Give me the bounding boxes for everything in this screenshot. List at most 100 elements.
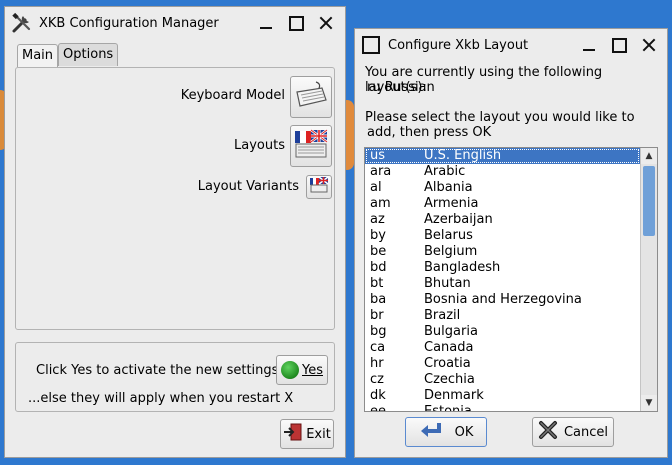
- layout-name: Czechia: [424, 372, 475, 387]
- layout-variants-button[interactable]: [306, 175, 332, 199]
- cancel-button-label: Cancel: [563, 424, 609, 440]
- ok-button[interactable]: OK: [405, 417, 487, 447]
- flags-small-icon: [309, 176, 329, 198]
- main-tab-panel: Keyboard Model Layouts Layout Variants: [15, 67, 335, 330]
- keyboard-model-button[interactable]: [290, 76, 332, 118]
- layout-name: Armenia: [424, 196, 479, 211]
- layout-name: Bangladesh: [424, 260, 501, 275]
- layout-list-item[interactable]: am Armenia: [365, 196, 640, 212]
- layout-code: ba: [370, 292, 387, 307]
- layout-name: Canada: [424, 340, 474, 355]
- keyboard-model-label: Keyboard Model: [180, 88, 285, 103]
- layout-list-item[interactable]: az Azerbaijan: [365, 212, 640, 228]
- layout-variants-label: Layout Variants: [197, 179, 299, 194]
- tab-bar: Main Options: [17, 43, 119, 67]
- layout-code: ara: [370, 164, 392, 179]
- titlebar: XKB Configuration Manager: [5, 7, 345, 39]
- scroll-down-arrow-icon[interactable]: ▼: [641, 395, 657, 411]
- exit-button-label: Exit: [306, 426, 331, 442]
- exit-button[interactable]: Exit: [280, 419, 334, 449]
- layout-list-item[interactable]: al Albania: [365, 180, 640, 196]
- layout-list-item[interactable]: cz Czechia: [365, 372, 640, 388]
- layout-name: Arabic: [424, 164, 466, 179]
- layout-name: Denmark: [424, 388, 484, 403]
- xkb-manager-window: XKB Configuration Manager Main Options K…: [4, 6, 346, 458]
- layout-name: Bhutan: [424, 276, 471, 291]
- layout-list-item[interactable]: us U.S. English: [365, 148, 640, 164]
- layout-list-item[interactable]: ee Estonia: [365, 404, 640, 411]
- window-title: Configure Xkb Layout: [388, 37, 529, 53]
- layouts-button[interactable]: [290, 125, 332, 167]
- layout-code: am: [370, 196, 391, 211]
- layout-code: az: [370, 212, 385, 227]
- layout-list-item[interactable]: be Belgium: [365, 244, 640, 260]
- cancel-button[interactable]: Cancel: [532, 417, 614, 447]
- layout-list-item[interactable]: ca Canada: [365, 340, 640, 356]
- green-dot-icon: [281, 361, 299, 379]
- minimize-button[interactable]: [258, 15, 274, 31]
- layout-code: be: [370, 244, 387, 259]
- scroll-thumb[interactable]: [643, 166, 655, 236]
- close-button[interactable]: [641, 37, 657, 53]
- layout-list-item[interactable]: hr Croatia: [365, 356, 640, 372]
- yes-button-label: Yes: [302, 362, 323, 378]
- restart-text: ...else they will apply when you restart…: [28, 391, 294, 406]
- layout-list-item[interactable]: ba Bosnia and Herzegovina: [365, 292, 640, 308]
- layout-name: Croatia: [424, 356, 471, 371]
- layout-code: ca: [370, 340, 386, 355]
- yes-button[interactable]: Yes: [276, 355, 328, 385]
- layout-name: Albania: [424, 180, 473, 195]
- layout-name: Azerbaijan: [424, 212, 493, 227]
- cancel-x-icon: [538, 420, 558, 444]
- activate-text: Click Yes to activate the new settings: [36, 363, 279, 378]
- layout-code: hr: [370, 356, 384, 371]
- layout-name: Belarus: [424, 228, 473, 243]
- layout-list-item[interactable]: bd Bangladesh: [365, 260, 640, 276]
- layout-code: bt: [370, 276, 384, 291]
- select-prompt-line2: add, then press OK: [367, 125, 492, 140]
- scroll-up-arrow-icon[interactable]: ▲: [641, 148, 657, 164]
- layout-name: Bulgaria: [424, 324, 478, 339]
- exit-door-icon: [283, 422, 303, 446]
- layout-code: ee: [370, 404, 386, 411]
- layout-name: Brazil: [424, 308, 461, 323]
- layout-name: Belgium: [424, 244, 478, 259]
- window-title: XKB Configuration Manager: [39, 15, 219, 31]
- window-icon: [362, 36, 380, 54]
- layout-code: us: [370, 148, 386, 163]
- layout-name: Bosnia and Herzegovina: [424, 292, 582, 307]
- tab-main[interactable]: Main: [17, 44, 59, 67]
- ok-arrow-icon: [419, 421, 441, 443]
- layout-list-items: us U.S. English ara Arabic al Albania am Armeni…: [365, 148, 640, 411]
- configure-layout-dialog: Configure Xkb Layout You are currently u…: [354, 28, 668, 458]
- tools-icon: [11, 12, 33, 34]
- layout-code: bd: [370, 260, 387, 275]
- layout-list[interactable]: us U.S. English ara Arabic al Albania am Armeni…: [364, 147, 658, 412]
- layout-code: bg: [370, 324, 387, 339]
- titlebar: Configure Xkb Layout: [355, 29, 667, 61]
- maximize-button[interactable]: [611, 37, 627, 53]
- select-prompt-line1: Please select the layout you would like …: [365, 110, 635, 125]
- layouts-label: Layouts: [234, 138, 285, 153]
- layout-list-item[interactable]: by Belarus: [365, 228, 640, 244]
- layout-code: cz: [370, 372, 384, 387]
- layout-list-item[interactable]: br Brazil: [365, 308, 640, 324]
- maximize-button[interactable]: [288, 15, 304, 31]
- close-button[interactable]: [318, 15, 334, 31]
- layout-list-item[interactable]: bt Bhutan: [365, 276, 640, 292]
- flags-keyboard-icon: [293, 128, 329, 164]
- keyboard-icon: [294, 80, 328, 114]
- current-layout-value: ru Russian: [367, 80, 435, 95]
- layout-list-scrollbar[interactable]: ▲ ▼: [640, 148, 657, 411]
- minimize-button[interactable]: [581, 37, 597, 53]
- tab-options[interactable]: Options: [58, 43, 119, 66]
- layout-code: by: [370, 228, 386, 243]
- layout-list-item[interactable]: dk Denmark: [365, 388, 640, 404]
- layout-name: U.S. English: [424, 148, 502, 163]
- layout-code: br: [370, 308, 384, 323]
- layout-code: dk: [370, 388, 386, 403]
- activation-panel: Click Yes to activate the new settings Y…: [15, 342, 335, 412]
- layout-list-item[interactable]: bg Bulgaria: [365, 324, 640, 340]
- layout-list-item[interactable]: ara Arabic: [365, 164, 640, 180]
- layout-name: Estonia: [424, 404, 472, 411]
